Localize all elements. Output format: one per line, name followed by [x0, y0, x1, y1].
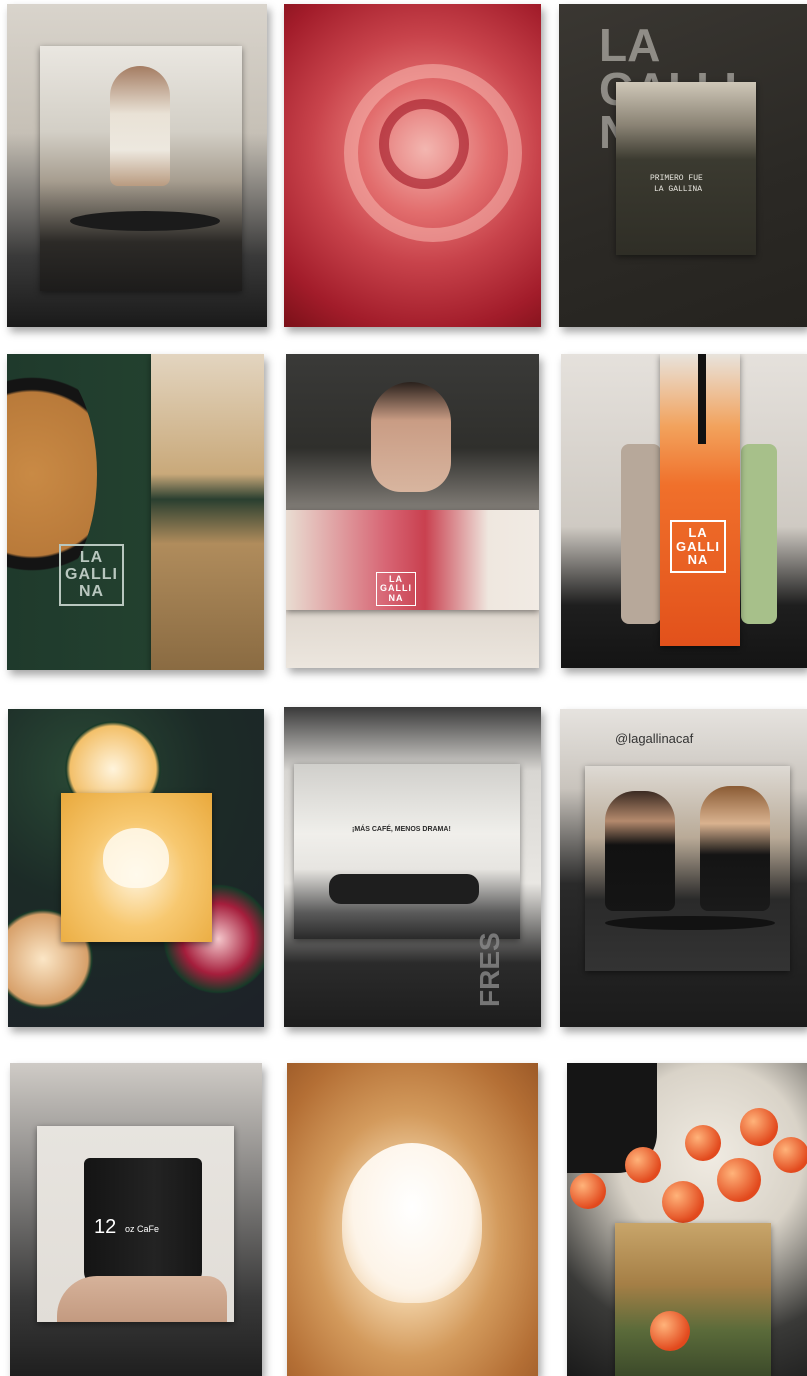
tables-row: [329, 874, 479, 904]
orange-logo-line3: NA: [687, 552, 709, 568]
smoothie-logo-line3: NA: [388, 592, 404, 603]
wall-slogan: ¡MÁS CAFÉ, MENOS DRAMA!: [352, 826, 451, 833]
tomato-1: [685, 1125, 721, 1161]
table-top: [70, 211, 220, 231]
photo-tile-woman-seated: [7, 4, 267, 327]
orange-logo-line1: LA: [688, 525, 708, 540]
man-figure: [605, 791, 675, 911]
photo-tile-woman-smoothie: LA GALLI NA: [286, 354, 539, 668]
straw: [698, 354, 706, 444]
photo-inset-woman: [40, 46, 242, 291]
smoothie-cup-logo: LA GALLI NA: [376, 572, 416, 607]
photo-inset-jacket: PRIMERO FUE LA GALLINA: [616, 82, 756, 255]
photo-inset-sandwich: [151, 354, 264, 670]
woman-figure: [700, 786, 770, 911]
person-face: [371, 382, 451, 492]
mug-logo: LA GALLI NA: [59, 544, 124, 607]
photo-tile-salad-sandwich: [567, 1063, 807, 1376]
wall-sign-handle: @lagallinacaf: [615, 731, 694, 746]
hand: [57, 1276, 227, 1322]
mug-logo-line1: LA: [79, 549, 104, 566]
tomato-5: [717, 1158, 761, 1202]
mug-logo-line2: GALLI: [65, 565, 118, 583]
orange-cup-logo: LA GALLI NA: [670, 520, 726, 573]
cup-left: [621, 444, 661, 624]
photo-inset-sandwich-plate: [615, 1223, 771, 1376]
window-lettering: FRES: [474, 932, 505, 1007]
photo-inset-orange-cup: LA GALLI NA: [660, 354, 740, 646]
heart-foam-shape: [342, 1143, 482, 1303]
photo-tile-cafe-interior: ¡MÁS CAFÉ, MENOS DRAMA! FRES: [284, 707, 541, 1027]
photo-tile-takeaway-cup: 12 oz CaFe: [10, 1063, 262, 1376]
tomato-inset: [650, 1311, 690, 1351]
tomato-7: [773, 1137, 807, 1173]
photo-tile-coffee-sandwich: LA GALLI NA: [7, 354, 264, 670]
photo-tile-latte-art: [8, 709, 264, 1027]
jacket-print-line1: PRIMERO FUE: [650, 174, 703, 183]
latte-swirl-inner: [379, 99, 469, 189]
photo-inset-latte: [61, 793, 212, 942]
orange-logo-line2: GALLI: [676, 538, 720, 554]
tomato-3: [625, 1147, 661, 1183]
photo-inset-smoothie: LA GALLI NA: [286, 510, 539, 610]
tomato-2: [740, 1108, 778, 1146]
cup-right: [741, 444, 777, 624]
photo-tile-red-latte: [284, 4, 541, 327]
jacket-print-line2: LA GALLINA: [654, 185, 703, 194]
cup-size-label: oz CaFe: [125, 1224, 160, 1234]
photo-tile-orange-juice: LA GALLI NA: [561, 354, 807, 668]
mug-logo-line3: NA: [78, 582, 105, 600]
photo-inset-cup: 12 oz CaFe: [37, 1126, 234, 1322]
tomato-4: [662, 1181, 704, 1223]
cup-size-number: 12: [94, 1216, 117, 1238]
photo-tile-couple-eating: @lagallinacaf gall: [560, 709, 807, 1027]
heart-foam: [103, 828, 169, 888]
photo-inset-couple: [585, 766, 790, 971]
photo-tile-heart-latte: [287, 1063, 538, 1376]
photo-tile-barista-jacket: LA GALLI NA PRIMERO FUE LA GALLINA: [559, 4, 807, 327]
person-figure: [110, 66, 170, 186]
tomato-6: [570, 1173, 606, 1209]
photo-inset-interior: ¡MÁS CAFÉ, MENOS DRAMA!: [294, 764, 520, 939]
table: [605, 916, 775, 930]
